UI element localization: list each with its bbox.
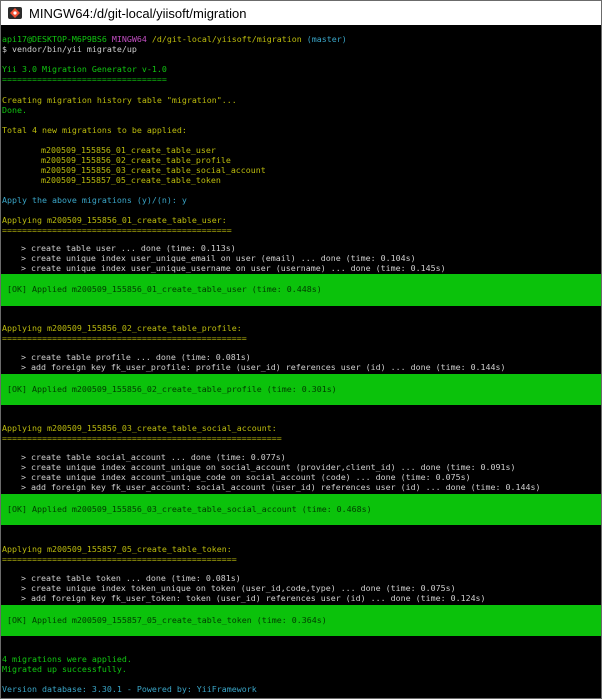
ok-banner: [OK] Applied m200509_155856_01_create_ta…	[1, 274, 601, 306]
migration-list-item: m200509_155857_05_create_table_token	[41, 175, 221, 185]
ok-banner-text: [OK] Applied m200509_155856_01_create_ta…	[7, 284, 322, 294]
git-bash-icon	[8, 7, 22, 19]
ok-banner-text: [OK] Applied m200509_155856_03_create_ta…	[7, 504, 372, 514]
migration-step: > add foreign key fk_user_token: token (…	[21, 593, 486, 603]
prompt-path: /d/git-local/yiisoft/migration	[151, 34, 302, 44]
migration-step: > create unique index user_unique_userna…	[21, 263, 446, 273]
ok-banner-text: [OK] Applied m200509_155857_05_create_ta…	[7, 615, 327, 625]
total-migrations-text: Total 4 new migrations to be applied:	[2, 125, 187, 135]
terminal-window: MINGW64:/d/git-local/yiisoft/migration a…	[0, 0, 602, 699]
applying-underline: ========================================…	[2, 225, 232, 235]
migrated-success-text: Migrated up successfully.	[2, 664, 127, 674]
migration-step: > add foreign key fk_user_profile: profi…	[21, 362, 506, 372]
version-text: Version database: 3.30.1 - Powered by: Y…	[2, 684, 257, 694]
creating-history-text: Creating migration history table "migrat…	[2, 95, 237, 105]
migration-step: > add foreign key fk_user_account: socia…	[21, 482, 541, 492]
generator-underline: =================================	[2, 74, 167, 84]
prompt-branch: (master)	[306, 34, 347, 44]
done-text: Done.	[2, 105, 27, 115]
applying-underline: ========================================…	[2, 554, 237, 564]
ok-banner: [OK] Applied m200509_155857_05_create_ta…	[1, 605, 601, 636]
applying-underline: ========================================…	[2, 433, 282, 443]
terminal-output[interactable]: api17@DESKTOP-M6P9BS6 MINGW64 /d/git-loc…	[1, 25, 601, 698]
prompt-shell: MINGW64	[111, 34, 147, 44]
window-title: MINGW64:/d/git-local/yiisoft/migration	[29, 5, 247, 21]
applying-underline: ========================================…	[2, 333, 247, 343]
command-line: $ vendor/bin/yii migrate/up	[2, 44, 137, 54]
prompt-user: api17@DESKTOP-M6P9BS6	[2, 34, 107, 44]
confirm-prompt: Apply the above migrations (y)/(n): y	[2, 195, 187, 205]
title-bar[interactable]: MINGW64:/d/git-local/yiisoft/migration	[1, 1, 601, 25]
ok-banner: [OK] Applied m200509_155856_03_create_ta…	[1, 494, 601, 525]
ok-banner-text: [OK] Applied m200509_155856_02_create_ta…	[7, 384, 337, 394]
ok-banner: [OK] Applied m200509_155856_02_create_ta…	[1, 374, 601, 405]
